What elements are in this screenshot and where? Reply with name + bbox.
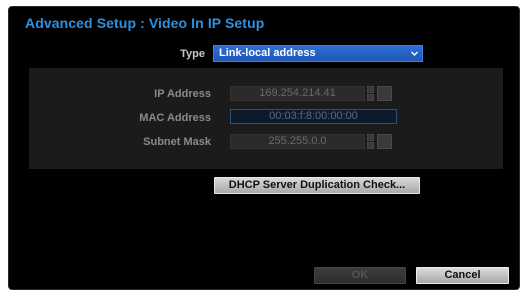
- subnet-mask-field[interactable]: 255.255.0.0: [230, 134, 365, 149]
- type-label: Type: [180, 48, 205, 60]
- ok-button[interactable]: OK: [314, 267, 406, 284]
- dialog-title: Advanced Setup : Video In IP Setup: [25, 15, 265, 31]
- ip-address-field[interactable]: 169.254.214.41: [230, 86, 365, 101]
- cancel-button[interactable]: Cancel: [416, 267, 509, 284]
- type-select[interactable]: Link-local address: [213, 45, 423, 62]
- ip-spinner-icon[interactable]: [367, 86, 374, 101]
- ip-setup-dialog: Advanced Setup : Video In IP Setup Type …: [8, 6, 520, 290]
- subnet-mask-label: Subnet Mask: [143, 136, 211, 148]
- ip-keyboard-icon[interactable]: [377, 86, 392, 101]
- chevron-down-icon: [411, 51, 418, 56]
- subnet-keyboard-icon[interactable]: [377, 134, 392, 149]
- subnet-spinner-icon[interactable]: [367, 134, 374, 149]
- dhcp-duplication-check-button[interactable]: DHCP Server Duplication Check...: [214, 177, 420, 194]
- mac-address-label: MAC Address: [139, 112, 211, 124]
- ip-address-label: IP Address: [154, 88, 211, 100]
- mac-address-field[interactable]: 00:03:f:8:00:00:00: [230, 109, 397, 124]
- type-select-value: Link-local address: [219, 47, 316, 59]
